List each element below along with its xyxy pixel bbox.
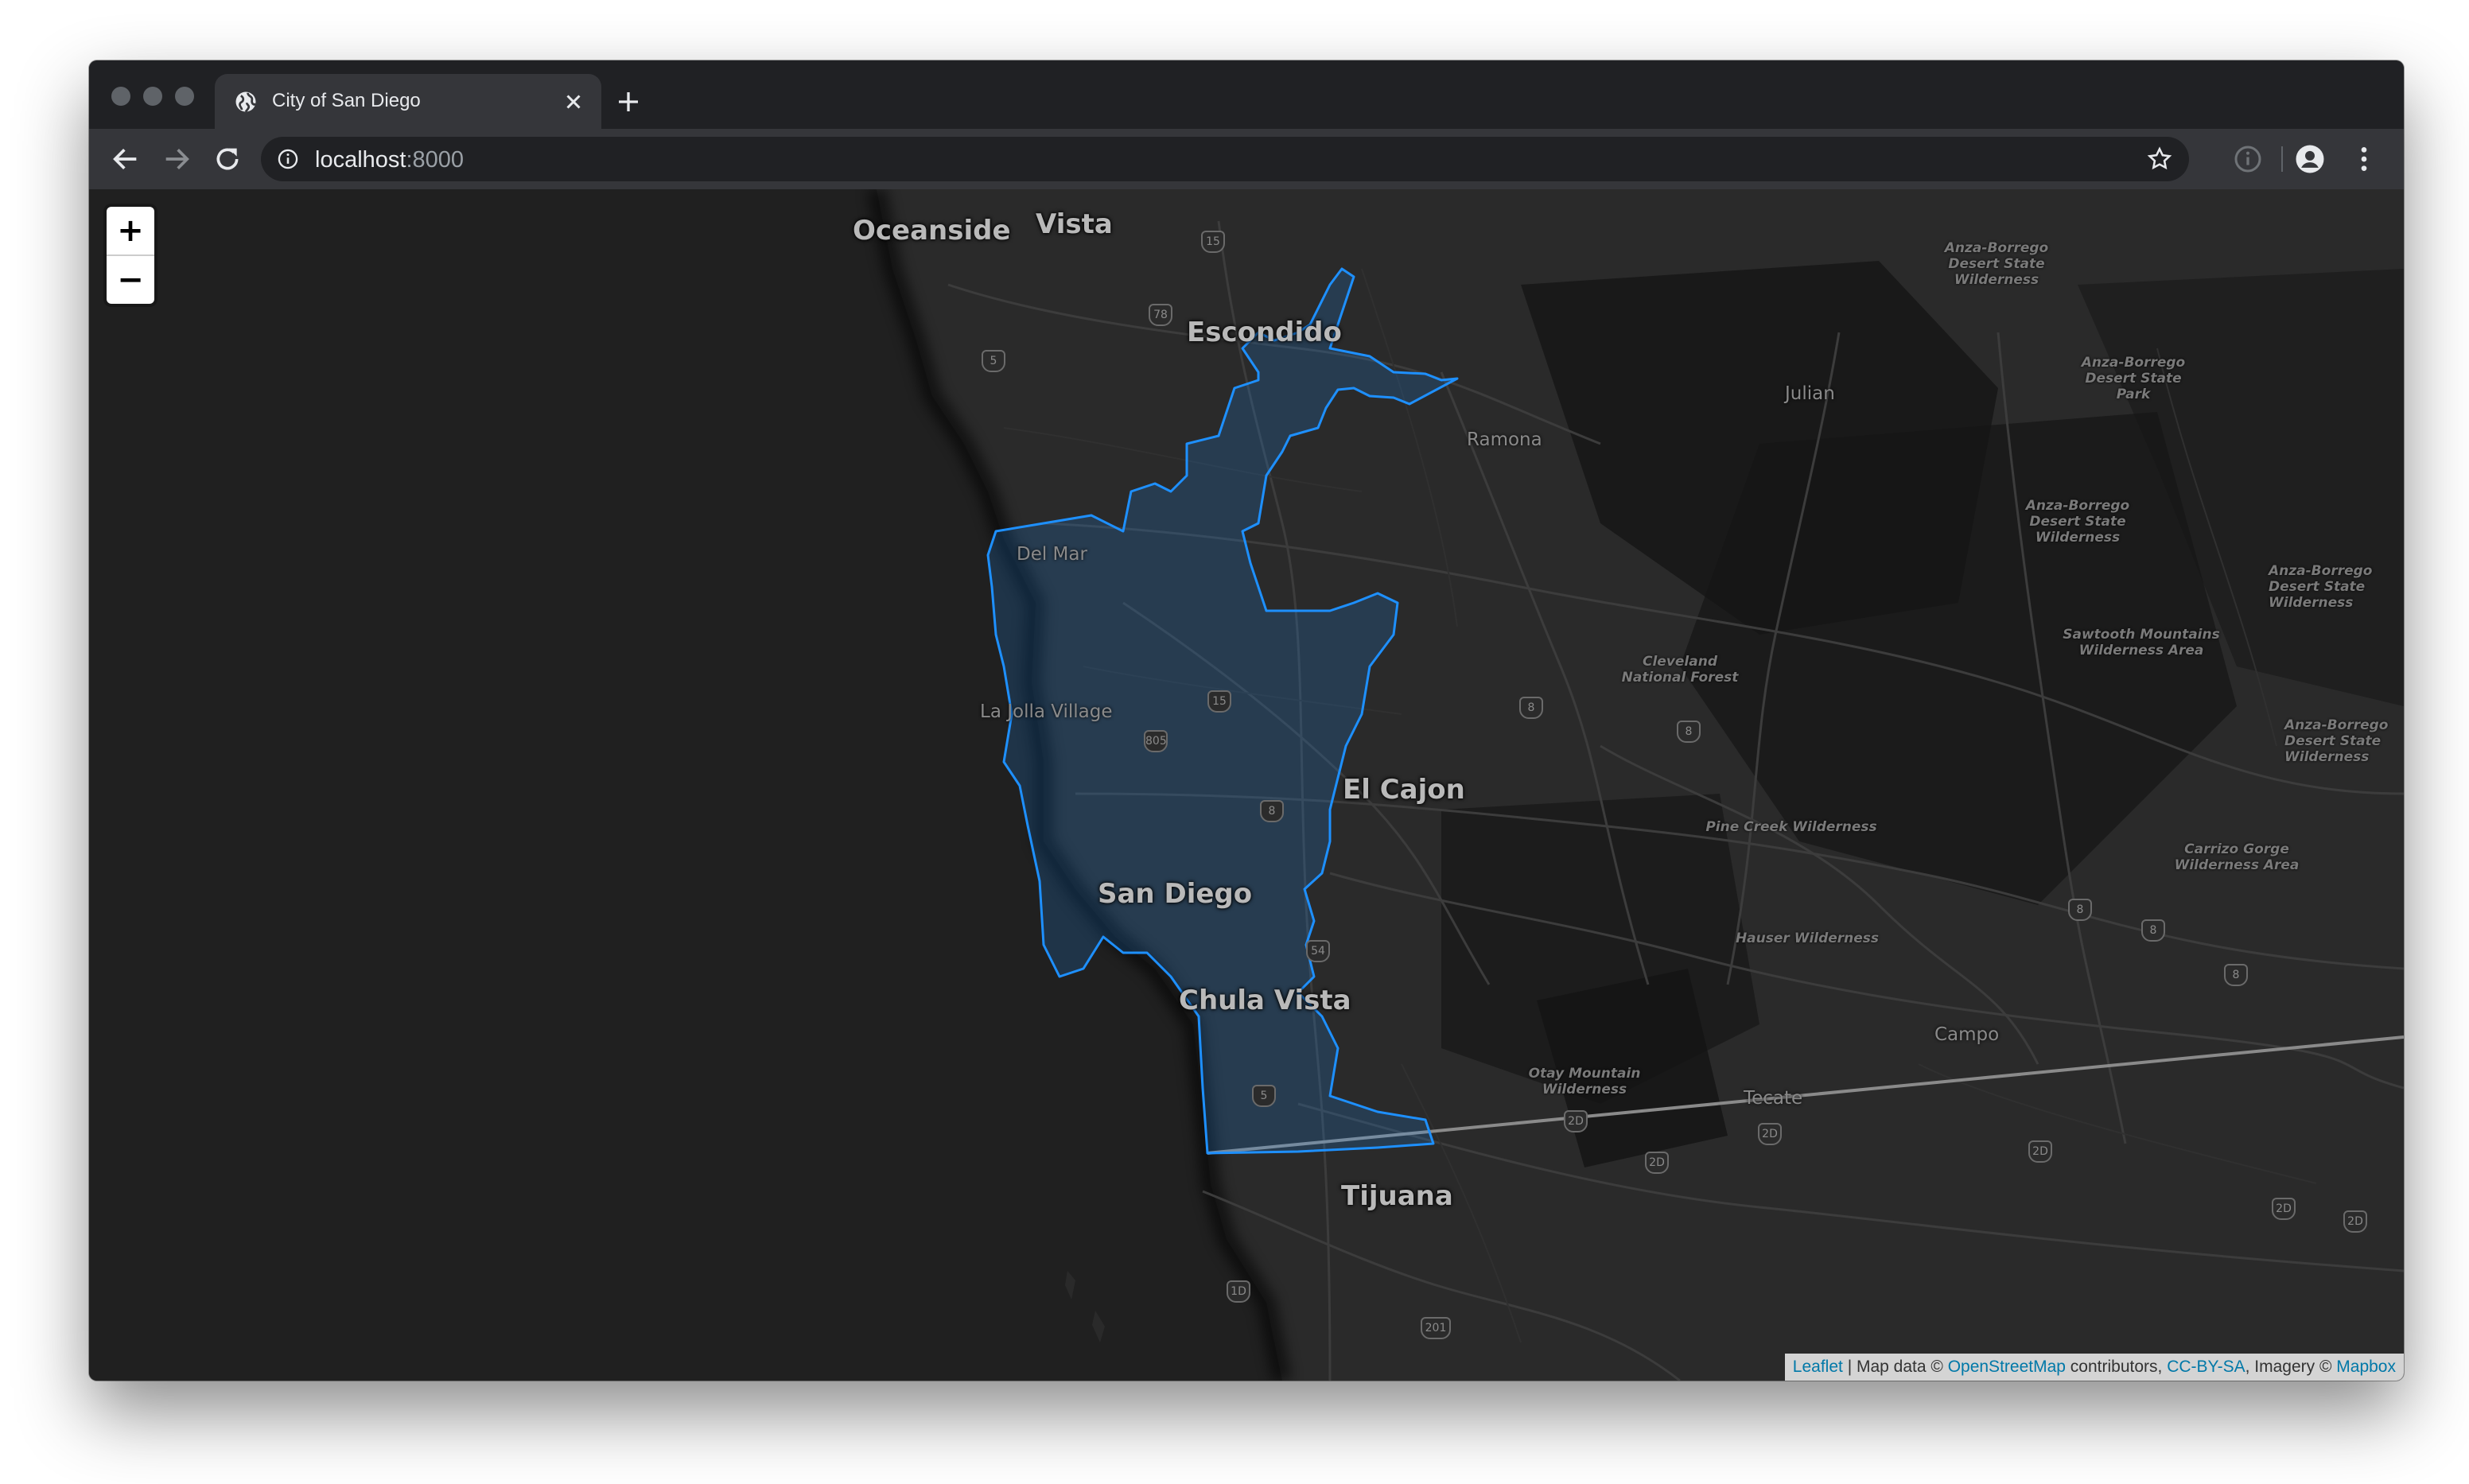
tab-strip: City of San Diego <box>89 60 2404 129</box>
map-label-carrizo-gorge: Carrizo Gorge Wilderness Area <box>2174 841 2300 873</box>
toolbar-divider <box>2281 146 2283 172</box>
cc-by-sa-link[interactable]: CC-BY-SA <box>2167 1358 2245 1376</box>
highway-shield: 54 <box>1306 940 1330 962</box>
highway-shield: 2D <box>2272 1198 2296 1220</box>
highway-shield: 8 <box>1519 697 1543 719</box>
zoom-control: + − <box>107 207 154 304</box>
browser-window: City of San Diego localhost:8000 + − Oce… <box>89 60 2404 1381</box>
map-label-otay-mountain: Otay Mountain Wilderness <box>1528 1066 1641 1097</box>
map-label-hauser: Hauser Wilderness <box>1735 930 1880 946</box>
map-label-del-mar: Del Mar <box>1017 544 1087 565</box>
map-label-sawtooth-mountains: Sawtooth Mountains Wilderness Area <box>2063 627 2220 658</box>
map-label-cleveland-forest: Cleveland National Forest <box>1621 654 1739 686</box>
highway-shield: 2D <box>2343 1210 2367 1233</box>
map-label-tecate: Tecate <box>1744 1088 1803 1109</box>
map-label-el-cajon: El Cajon <box>1343 774 1465 806</box>
tab-active[interactable]: City of San Diego <box>215 74 601 129</box>
close-window-button[interactable] <box>111 87 130 106</box>
highway-shield: 8 <box>2224 964 2248 986</box>
url-text: localhost:8000 <box>315 147 464 173</box>
attribution-text: , Imagery © <box>2245 1358 2337 1376</box>
map-label-escondido: Escondido <box>1187 317 1342 348</box>
map-label-oceanside: Oceanside <box>853 215 1011 247</box>
highway-shield: 78 <box>1149 304 1172 326</box>
forward-arrow-icon[interactable] <box>161 143 192 175</box>
url-port: :8000 <box>406 147 465 173</box>
menu-dots-icon[interactable] <box>2348 143 2380 175</box>
new-tab-icon[interactable] <box>614 87 643 116</box>
highway-shield: 2D <box>1564 1110 1588 1132</box>
openstreetmap-link[interactable]: OpenStreetMap <box>1948 1358 2066 1376</box>
highway-shield: 201 <box>1421 1317 1451 1339</box>
map-container[interactable]: + − Oceanside Vista Escondido El Cajon S… <box>89 189 2404 1381</box>
map-attribution: Leaflet | Map data © OpenStreetMap contr… <box>1784 1354 2404 1381</box>
highway-shield: 1D <box>1227 1280 1250 1303</box>
map-label-ramona: Ramona <box>1467 429 1542 450</box>
map-label-la-jolla: La Jolla Village <box>980 701 1113 722</box>
leaflet-link[interactable]: Leaflet <box>1793 1358 1843 1376</box>
highway-shield: 15 <box>1201 231 1225 253</box>
map-label-anza-borrego-wilderness-3: Anza-Borrego Desert State Wilderness <box>2269 563 2373 611</box>
highway-shield: 15 <box>1207 690 1231 713</box>
map-label-tijuana: Tijuana <box>1341 1180 1453 1212</box>
highway-shield: 5 <box>1252 1085 1276 1107</box>
zoom-out-button[interactable]: − <box>107 256 154 304</box>
highway-shield: 8 <box>2141 919 2165 942</box>
attribution-text: contributors, <box>2065 1358 2168 1376</box>
highway-shield: 8 <box>2068 899 2092 921</box>
address-bar[interactable]: localhost:8000 <box>261 137 2189 181</box>
toolbar: localhost:8000 <box>89 129 2404 189</box>
map-label-chula-vista: Chula Vista <box>1179 985 1351 1016</box>
extension-info-icon[interactable] <box>2232 143 2264 175</box>
zoom-in-button[interactable]: + <box>107 207 154 256</box>
highway-shield: 8 <box>1260 800 1284 822</box>
minimize-window-button[interactable] <box>143 87 162 106</box>
close-tab-icon[interactable] <box>562 90 585 114</box>
tab-title: City of San Diego <box>272 90 421 111</box>
maximize-window-button[interactable] <box>175 87 194 106</box>
highway-shield: 805 <box>1144 730 1168 752</box>
map-label-anza-borrego-wilderness-2: Anza-Borrego Desert State Wilderness <box>2025 498 2130 546</box>
star-icon[interactable] <box>2146 146 2173 173</box>
map-tiles <box>867 189 2404 1381</box>
back-arrow-icon[interactable] <box>110 143 142 175</box>
highway-shield: 2D <box>2028 1140 2052 1163</box>
globe-icon <box>235 91 257 113</box>
highway-shield: 2D <box>1645 1152 1669 1174</box>
attribution-text: | Map data © <box>1842 1358 1948 1376</box>
map-label-san-diego: San Diego <box>1098 878 1253 910</box>
highway-shield: 8 <box>1677 721 1701 743</box>
reload-icon[interactable] <box>212 143 243 175</box>
map-label-pine-creek: Pine Creek Wilderness <box>1705 819 1877 835</box>
map-label-campo: Campo <box>1934 1024 2000 1045</box>
map-label-anza-borrego-park: Anza-Borrego Desert State Park <box>2081 355 2186 402</box>
account-icon[interactable] <box>2294 143 2326 175</box>
map-label-anza-borrego-wilderness-1: Anza-Borrego Desert State Wilderness <box>1944 240 2049 288</box>
mapbox-link[interactable]: Mapbox <box>2336 1358 2396 1376</box>
map-label-julian: Julian <box>1785 383 1835 404</box>
map-label-anza-borrego-wilderness-4: Anza-Borrego Desert State Wilderness <box>2284 717 2389 765</box>
map-label-vista: Vista <box>1036 208 1113 240</box>
highway-shield: 2D <box>1758 1123 1782 1145</box>
info-icon[interactable] <box>277 148 299 170</box>
url-host: localhost <box>315 147 406 173</box>
highway-shield: 5 <box>982 350 1005 372</box>
